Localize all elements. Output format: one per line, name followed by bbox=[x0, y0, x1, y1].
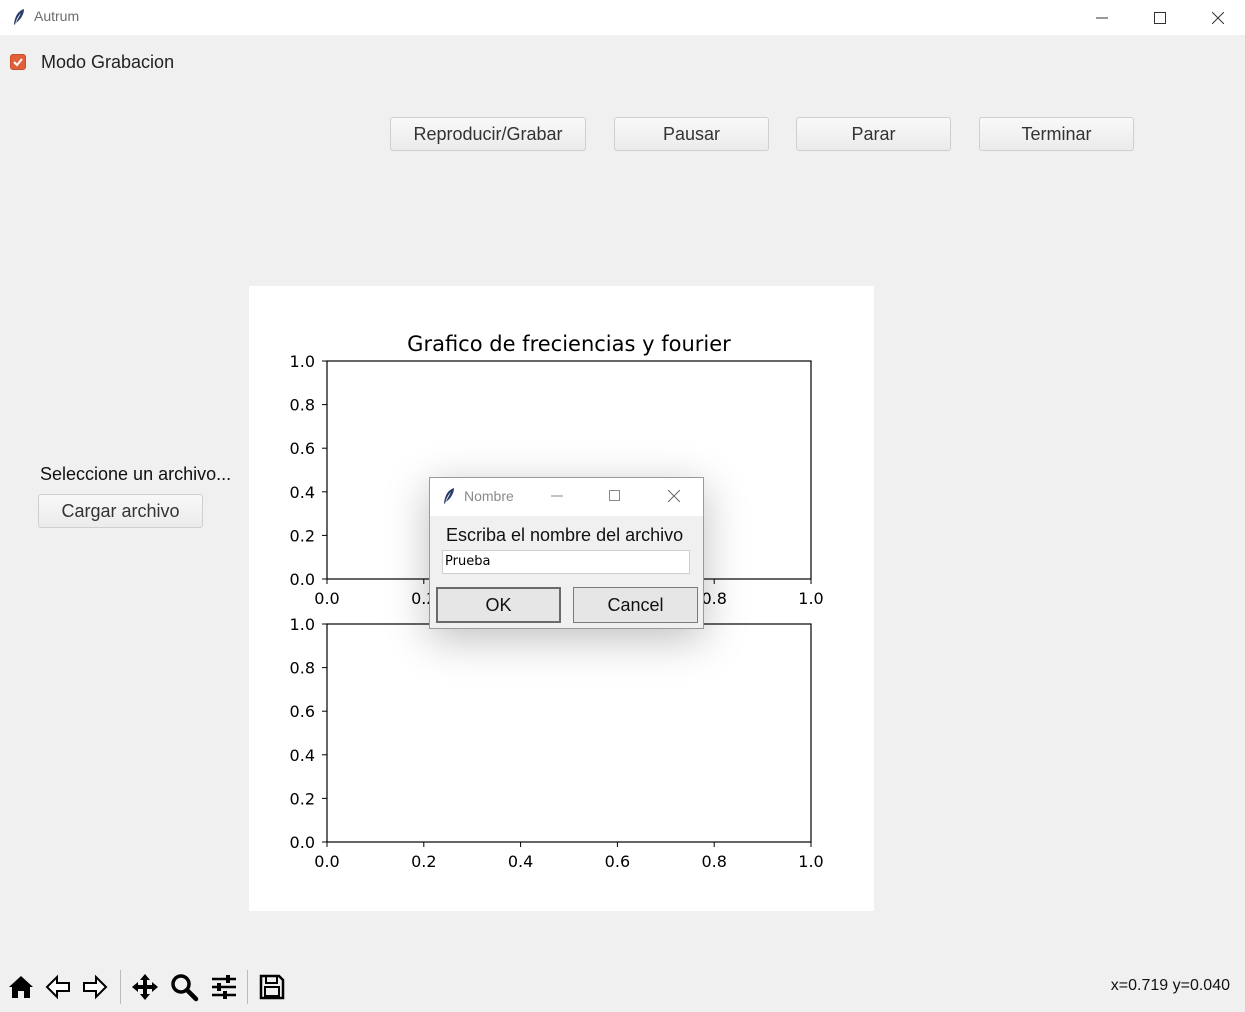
y-tick-label: 1.0 bbox=[290, 615, 315, 634]
y-tick-label: 0.2 bbox=[290, 789, 315, 808]
close-button[interactable] bbox=[1189, 0, 1245, 35]
y-tick-label: 0.8 bbox=[290, 396, 315, 415]
zoom-icon bbox=[171, 974, 199, 1002]
filename-dialog: Nombre Escriba el nombre del archivo Pru… bbox=[429, 477, 704, 629]
close-icon bbox=[668, 490, 680, 502]
dialog-maximize-button[interactable] bbox=[601, 484, 629, 508]
forward-button[interactable] bbox=[77, 968, 113, 1006]
home-button[interactable] bbox=[3, 968, 39, 1006]
forward-arrow-icon bbox=[83, 974, 108, 1000]
checkbox-box[interactable] bbox=[10, 54, 26, 70]
finish-button[interactable]: Terminar bbox=[979, 117, 1134, 151]
home-icon bbox=[9, 976, 33, 998]
recording-mode-label: Modo Grabacion bbox=[41, 51, 175, 72]
minimize-icon bbox=[1096, 17, 1108, 18]
save-icon bbox=[259, 974, 285, 1000]
toolbar-separator bbox=[247, 970, 248, 1004]
pan-icon bbox=[132, 974, 158, 1000]
save-button[interactable] bbox=[254, 968, 290, 1006]
y-tick-label: 0.4 bbox=[290, 746, 315, 765]
x-tick-label: 0.0 bbox=[314, 852, 339, 871]
select-file-label: Seleccione un archivo... bbox=[40, 464, 232, 484]
axes-frame bbox=[326, 623, 812, 843]
back-arrow-icon bbox=[45, 974, 70, 1000]
x-tick-label: 1.0 bbox=[798, 589, 823, 608]
recording-mode-checkbox[interactable]: Modo Grabacion bbox=[10, 50, 174, 74]
minimize-button[interactable] bbox=[1073, 0, 1131, 35]
x-tick-label: 1.0 bbox=[798, 852, 823, 871]
configure-subplots-button[interactable] bbox=[206, 968, 242, 1006]
plot-title: Grafico de freciencias y fourier bbox=[407, 332, 731, 356]
ok-button[interactable]: OK bbox=[436, 587, 561, 623]
window-titlebar: Autrum bbox=[0, 0, 1245, 35]
x-tick-label: 0.8 bbox=[701, 589, 726, 608]
dialog-minimize-button[interactable] bbox=[543, 484, 571, 508]
maximize-button[interactable] bbox=[1131, 0, 1189, 35]
pan-button[interactable] bbox=[127, 968, 163, 1006]
x-tick-label: 0.8 bbox=[701, 852, 726, 871]
cursor-coordinates: x=0.719 y=0.040 bbox=[1110, 977, 1230, 994]
maximize-icon bbox=[609, 490, 620, 501]
y-tick-label: 0.0 bbox=[290, 833, 315, 852]
bottom-axes: 0.0 0.2 0.4 0.6 0.8 1.0 0.0 0.2 0.4 0.6 0.8 1.0 bbox=[290, 615, 824, 871]
dialog-prompt: Escriba el nombre del archivo bbox=[446, 525, 684, 545]
x-tick-label: 0.4 bbox=[508, 852, 533, 871]
load-file-button[interactable]: Cargar archivo bbox=[38, 494, 203, 528]
y-tick-label: 0.6 bbox=[290, 439, 315, 458]
minimize-icon bbox=[551, 495, 563, 497]
cancel-button[interactable]: Cancel bbox=[573, 587, 698, 623]
window-title: Autrum bbox=[34, 8, 80, 24]
dialog-close-button[interactable] bbox=[660, 484, 688, 508]
y-tick-label: 0.6 bbox=[290, 702, 315, 721]
y-tick-label: 0.0 bbox=[290, 570, 315, 589]
x-tick-label: 0.2 bbox=[411, 852, 436, 871]
toolbar-separator bbox=[120, 970, 121, 1004]
play-record-button[interactable]: Reproducir/Grabar bbox=[390, 117, 586, 151]
x-tick-label: 0.6 bbox=[605, 852, 630, 871]
y-tick-label: 0.4 bbox=[290, 483, 315, 502]
configure-subplots-icon bbox=[212, 975, 236, 999]
checkmark-icon bbox=[13, 58, 23, 67]
feather-icon bbox=[444, 488, 454, 504]
stop-button[interactable]: Parar bbox=[796, 117, 951, 151]
filename-input[interactable]: Prueba bbox=[442, 550, 690, 574]
back-button[interactable] bbox=[40, 968, 76, 1006]
dialog-title: Nombre bbox=[464, 488, 514, 504]
y-tick-label: 0.2 bbox=[290, 526, 315, 545]
x-tick-label: 0.0 bbox=[314, 589, 339, 608]
pause-button[interactable]: Pausar bbox=[614, 117, 769, 151]
zoom-button[interactable] bbox=[166, 968, 202, 1006]
maximize-icon bbox=[1154, 11, 1166, 24]
feather-icon bbox=[14, 9, 24, 25]
dialog-titlebar: Nombre bbox=[430, 478, 703, 516]
close-icon bbox=[1212, 11, 1224, 24]
y-tick-label: 0.8 bbox=[290, 659, 315, 678]
y-tick-label: 1.0 bbox=[290, 352, 315, 371]
